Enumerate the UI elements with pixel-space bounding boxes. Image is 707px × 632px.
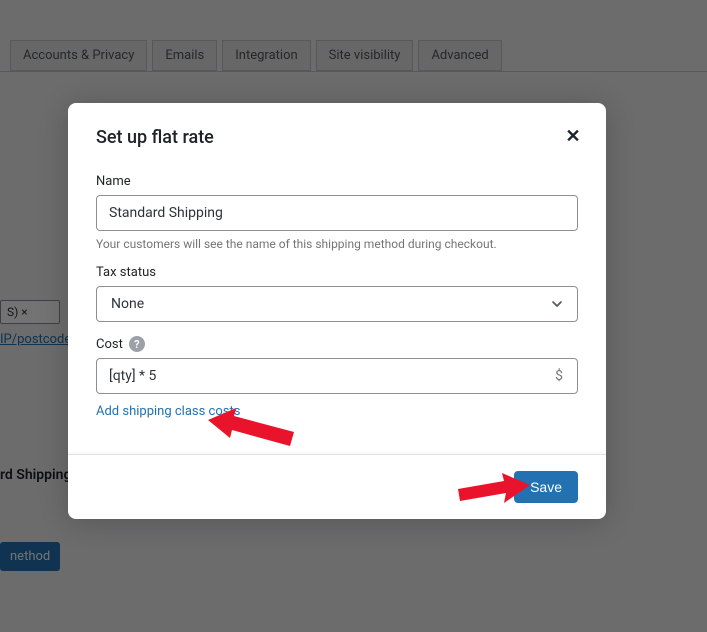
name-input[interactable] xyxy=(96,195,578,231)
modal-footer: Save xyxy=(68,454,606,519)
cost-input-wrap: $ xyxy=(96,358,578,394)
tax-status-select[interactable]: None xyxy=(96,286,578,322)
name-field-group: Name Your customers will see the name of… xyxy=(96,174,578,251)
name-label: Name xyxy=(96,174,578,189)
flat-rate-modal: Set up flat rate ✕ Name Your customers w… xyxy=(68,103,606,519)
chevron-down-icon xyxy=(551,298,563,310)
cost-currency: $ xyxy=(541,368,577,384)
close-button[interactable]: ✕ xyxy=(562,125,584,147)
cost-label-row: Cost ? xyxy=(96,336,578,352)
close-icon: ✕ xyxy=(565,126,580,147)
save-button[interactable]: Save xyxy=(514,471,578,503)
add-shipping-class-costs-link[interactable]: Add shipping class costs xyxy=(96,404,240,419)
help-icon[interactable]: ? xyxy=(129,336,145,352)
modal-title: Set up flat rate xyxy=(96,127,578,148)
cost-label: Cost xyxy=(96,337,123,352)
tax-status-label: Tax status xyxy=(96,265,578,280)
name-help-text: Your customers will see the name of this… xyxy=(96,237,578,251)
modal-header: Set up flat rate ✕ xyxy=(68,103,606,160)
cost-input[interactable] xyxy=(97,359,541,393)
tax-status-value: None xyxy=(111,296,144,312)
cost-field-group: Cost ? $ Add shipping class costs xyxy=(96,336,578,419)
modal-body[interactable]: Name Your customers will see the name of… xyxy=(68,160,606,454)
tax-status-field-group: Tax status None xyxy=(96,265,578,322)
